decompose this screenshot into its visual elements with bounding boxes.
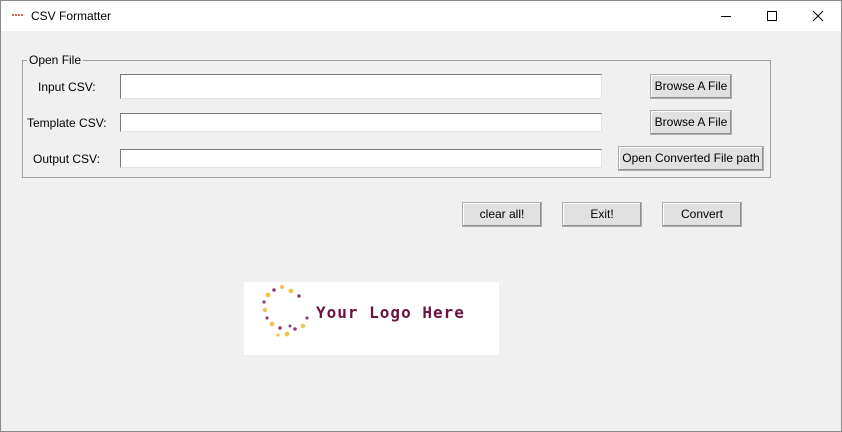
output-csv-field[interactable]	[120, 149, 602, 168]
logo-text: Your Logo Here	[316, 303, 465, 322]
clear-all-button[interactable]: clear all!	[462, 202, 542, 227]
app-icon	[12, 14, 23, 16]
maximize-icon	[767, 11, 777, 21]
close-button[interactable]	[795, 1, 841, 31]
browse-template-button[interactable]: Browse A File	[650, 110, 732, 135]
app-window: CSV Formatter Open File Input CSV: Brows…	[0, 0, 842, 432]
open-file-legend: Open File	[27, 53, 84, 67]
title-bar: CSV Formatter	[1, 1, 841, 31]
browse-input-button[interactable]: Browse A File	[650, 74, 732, 99]
minimize-button[interactable]	[703, 1, 749, 31]
close-icon	[812, 10, 824, 22]
convert-button[interactable]: Convert	[662, 202, 742, 227]
logo-image: Your Logo Here	[244, 282, 499, 355]
template-csv-field[interactable]	[120, 113, 602, 132]
output-csv-label: Output CSV:	[33, 152, 100, 166]
exit-button[interactable]: Exit!	[562, 202, 642, 227]
input-csv-label: Input CSV:	[38, 80, 96, 94]
input-csv-field[interactable]	[120, 74, 602, 99]
window-title: CSV Formatter	[31, 9, 112, 23]
open-output-path-button[interactable]: Open Converted File path	[618, 146, 764, 171]
logo-dots-icon	[262, 285, 309, 337]
maximize-button[interactable]	[749, 1, 795, 31]
minimize-icon	[721, 16, 731, 17]
template-csv-label: Template CSV:	[27, 116, 107, 130]
